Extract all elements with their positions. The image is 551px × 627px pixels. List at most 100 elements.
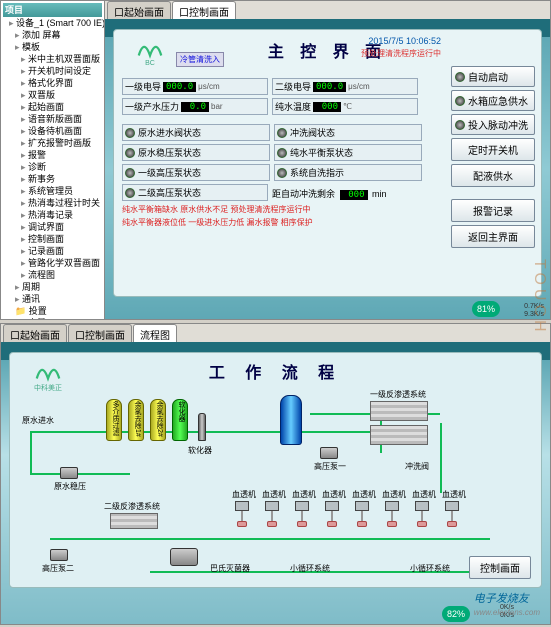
tree-item[interactable]: 投置 xyxy=(3,305,102,317)
tree-item[interactable]: 新事务 xyxy=(3,173,102,185)
tab-control-2[interactable]: 口控制画面 xyxy=(68,324,132,342)
label-raw-in: 原水进水 xyxy=(22,415,54,426)
label-dialyzer-7: 血透机 xyxy=(412,489,436,500)
hmi-screen-top: BC 冷管清洗入 主 控 界 面 2015/7/5 10:06:52 预处理清洗… xyxy=(105,19,550,319)
status-hp1[interactable]: 一级高压泵状态 xyxy=(122,164,270,181)
btn-to-control[interactable]: 控制画面 xyxy=(469,556,531,579)
ro2-unit xyxy=(110,513,158,529)
status-autoclean[interactable]: 系统自洗指示 xyxy=(274,164,422,181)
tank-media: 多介质过滤 xyxy=(106,399,122,441)
hmi-screen-bot: TOUCH 中科美正 工 作 流 程 原水进 xyxy=(1,342,550,624)
tree-item[interactable]: 系统管理员 xyxy=(3,185,102,197)
dialyzer-4 xyxy=(325,501,339,527)
status-rinse-valve[interactable]: 冲洗阀状态 xyxy=(274,124,422,141)
tank-cl1: 余氯去除1# xyxy=(128,399,144,441)
status-hp2[interactable]: 二级高压泵状态 xyxy=(122,184,268,201)
tree-item[interactable]: 记录画面 xyxy=(3,245,102,257)
flow-diagram: 中科美正 工 作 流 程 原水进水 多介质过滤 余氯去除1# 余氯去除2# 软化… xyxy=(9,352,542,588)
top-screenshot: 项目 设备_1 (Smart 700 IE) 添加 屏幕 模板 米中主机双晋面版… xyxy=(0,0,551,320)
tree-item[interactable]: 热消毒记录 xyxy=(3,209,102,221)
dialyzer-1 xyxy=(235,501,249,527)
tree-item[interactable]: 米中主机双晋面版 xyxy=(3,53,102,65)
label-loop: 小循环系统 xyxy=(290,563,330,574)
tree-item[interactable]: 报警 xyxy=(3,149,102,161)
pipe xyxy=(50,538,490,540)
pipe xyxy=(30,473,130,475)
label-hp1: 高压泵一 xyxy=(314,461,346,472)
pasteur-tank xyxy=(170,548,198,566)
field-cond2: 二级电导 000.0 μs/cm xyxy=(272,78,418,95)
btn-alarm-log[interactable]: 报警记录 xyxy=(451,199,535,222)
lamp-icon xyxy=(277,148,287,158)
status-balance-pump[interactable]: 纯水平衡泵状态 xyxy=(274,144,422,161)
lamp-icon xyxy=(125,148,135,158)
btn-supply[interactable]: 配液供水 xyxy=(451,164,535,187)
tree-item[interactable]: 流程图 xyxy=(3,269,102,281)
tree-item[interactable]: 变量 xyxy=(3,317,102,319)
label-loop2: 小循环系统 xyxy=(410,563,450,574)
tab-flow[interactable]: 流程图 xyxy=(133,324,177,342)
red-alert-1: 纯水平衡箱缺水 原水供水不足 预处理清洗程序运行中 xyxy=(122,204,422,215)
ro1-unit xyxy=(370,401,428,421)
big-tank xyxy=(280,395,302,445)
btn-timer[interactable]: 定时开关机 xyxy=(451,138,535,161)
tree-item[interactable]: 添加 屏幕 xyxy=(3,29,102,41)
status-raw-pump[interactable]: 原水稳压泵状态 xyxy=(122,144,270,161)
tree-item[interactable]: 热消毒过程计时关 xyxy=(3,197,102,209)
btn-auto-start[interactable]: 自动启动 xyxy=(451,66,535,87)
tree-item[interactable]: 语音新版画面 xyxy=(3,113,102,125)
status-raw-valve[interactable]: 原水进水阀状态 xyxy=(122,124,270,141)
resin-col xyxy=(198,413,206,441)
dialyzer-6 xyxy=(385,501,399,527)
logo-icon xyxy=(33,359,63,383)
tank-soft: 软化器 xyxy=(172,399,188,441)
alarm-link[interactable]: 冷管清洗入 xyxy=(176,52,224,67)
tank-cl2: 余氯去除2# xyxy=(150,399,166,441)
lamp-icon xyxy=(125,128,135,138)
lamp-icon xyxy=(455,120,465,130)
logo-2: 中科美正 xyxy=(18,359,78,399)
project-tree[interactable]: 项目 设备_1 (Smart 700 IE) 添加 屏幕 模板 米中主机双晋面版… xyxy=(1,1,105,319)
label-ro1: 一级反渗透系统 xyxy=(370,389,426,400)
bot-tabbar: 口起始画面 口控制画面 流程图 xyxy=(1,324,550,342)
val-cond1: 000.0 xyxy=(163,82,196,92)
tree-item[interactable]: 诊断 xyxy=(3,161,102,173)
label-dialyzer-3: 血透机 xyxy=(292,489,316,500)
tree-item[interactable]: 设备待机画面 xyxy=(3,125,102,137)
btn-emergency[interactable]: 水箱应急供水 xyxy=(451,90,535,111)
label-dialyzer-2: 血透机 xyxy=(262,489,286,500)
label-dialyzer-5: 血透机 xyxy=(352,489,376,500)
timestamp: 2015/7/5 10:06:52 xyxy=(368,36,441,46)
tree-item[interactable]: 格式化界面 xyxy=(3,77,102,89)
label-soft: 软化器 xyxy=(188,445,212,456)
main-content: BC 冷管清洗入 主 控 界 面 2015/7/5 10:06:52 预处理清洗… xyxy=(113,29,542,297)
bottom-screenshot: 口起始画面 口控制画面 流程图 TOUCH 中科美正 工 作 流 程 xyxy=(0,323,551,625)
tab-start-2[interactable]: 口起始画面 xyxy=(3,324,67,342)
tree-item[interactable]: 扩充报警时画版 xyxy=(3,137,102,149)
tree-item[interactable]: 控制画面 xyxy=(3,233,102,245)
tree-item[interactable]: 调试界面 xyxy=(3,221,102,233)
label-dialyzer-1: 血透机 xyxy=(232,489,256,500)
tree-item[interactable]: 起始画面 xyxy=(3,101,102,113)
tab-control[interactable]: 口控制画面 xyxy=(172,1,236,19)
lamp-icon xyxy=(455,72,465,82)
logo: BC xyxy=(120,36,180,76)
btn-back-main[interactable]: 返回主界面 xyxy=(451,225,535,248)
tree-item[interactable]: 通讯 xyxy=(3,293,102,305)
zoom-badge-2[interactable]: 82% xyxy=(442,606,470,622)
pipe xyxy=(440,423,442,493)
tree-item[interactable]: 模板 xyxy=(3,41,102,53)
watermark-elecfans: 电子发烧友 www.elecfans.com xyxy=(474,590,540,618)
tree-device[interactable]: 设备_1 (Smart 700 IE) xyxy=(3,17,102,29)
tab-start[interactable]: 口起始画面 xyxy=(107,1,171,19)
status-line: 预处理清洗程序运行中 xyxy=(361,48,441,59)
tree-item[interactable]: 开关机时间设定 xyxy=(3,65,102,77)
zoom-badge[interactable]: 81% xyxy=(472,301,500,317)
label-ro2: 二级反渗透系统 xyxy=(104,501,160,512)
tree-item[interactable]: 双晋版 xyxy=(3,89,102,101)
btn-pulse-rinse[interactable]: 投入脉动冲洗 xyxy=(451,114,535,135)
dialyzer-5 xyxy=(355,501,369,527)
tree-item[interactable]: 周期 xyxy=(3,281,102,293)
hmi-panel: 口起始画面 口控制画面 BC 冷管清洗入 主 控 界 面 2015/7/5 10… xyxy=(105,1,550,319)
tree-item[interactable]: 管路化学双晋画面 xyxy=(3,257,102,269)
